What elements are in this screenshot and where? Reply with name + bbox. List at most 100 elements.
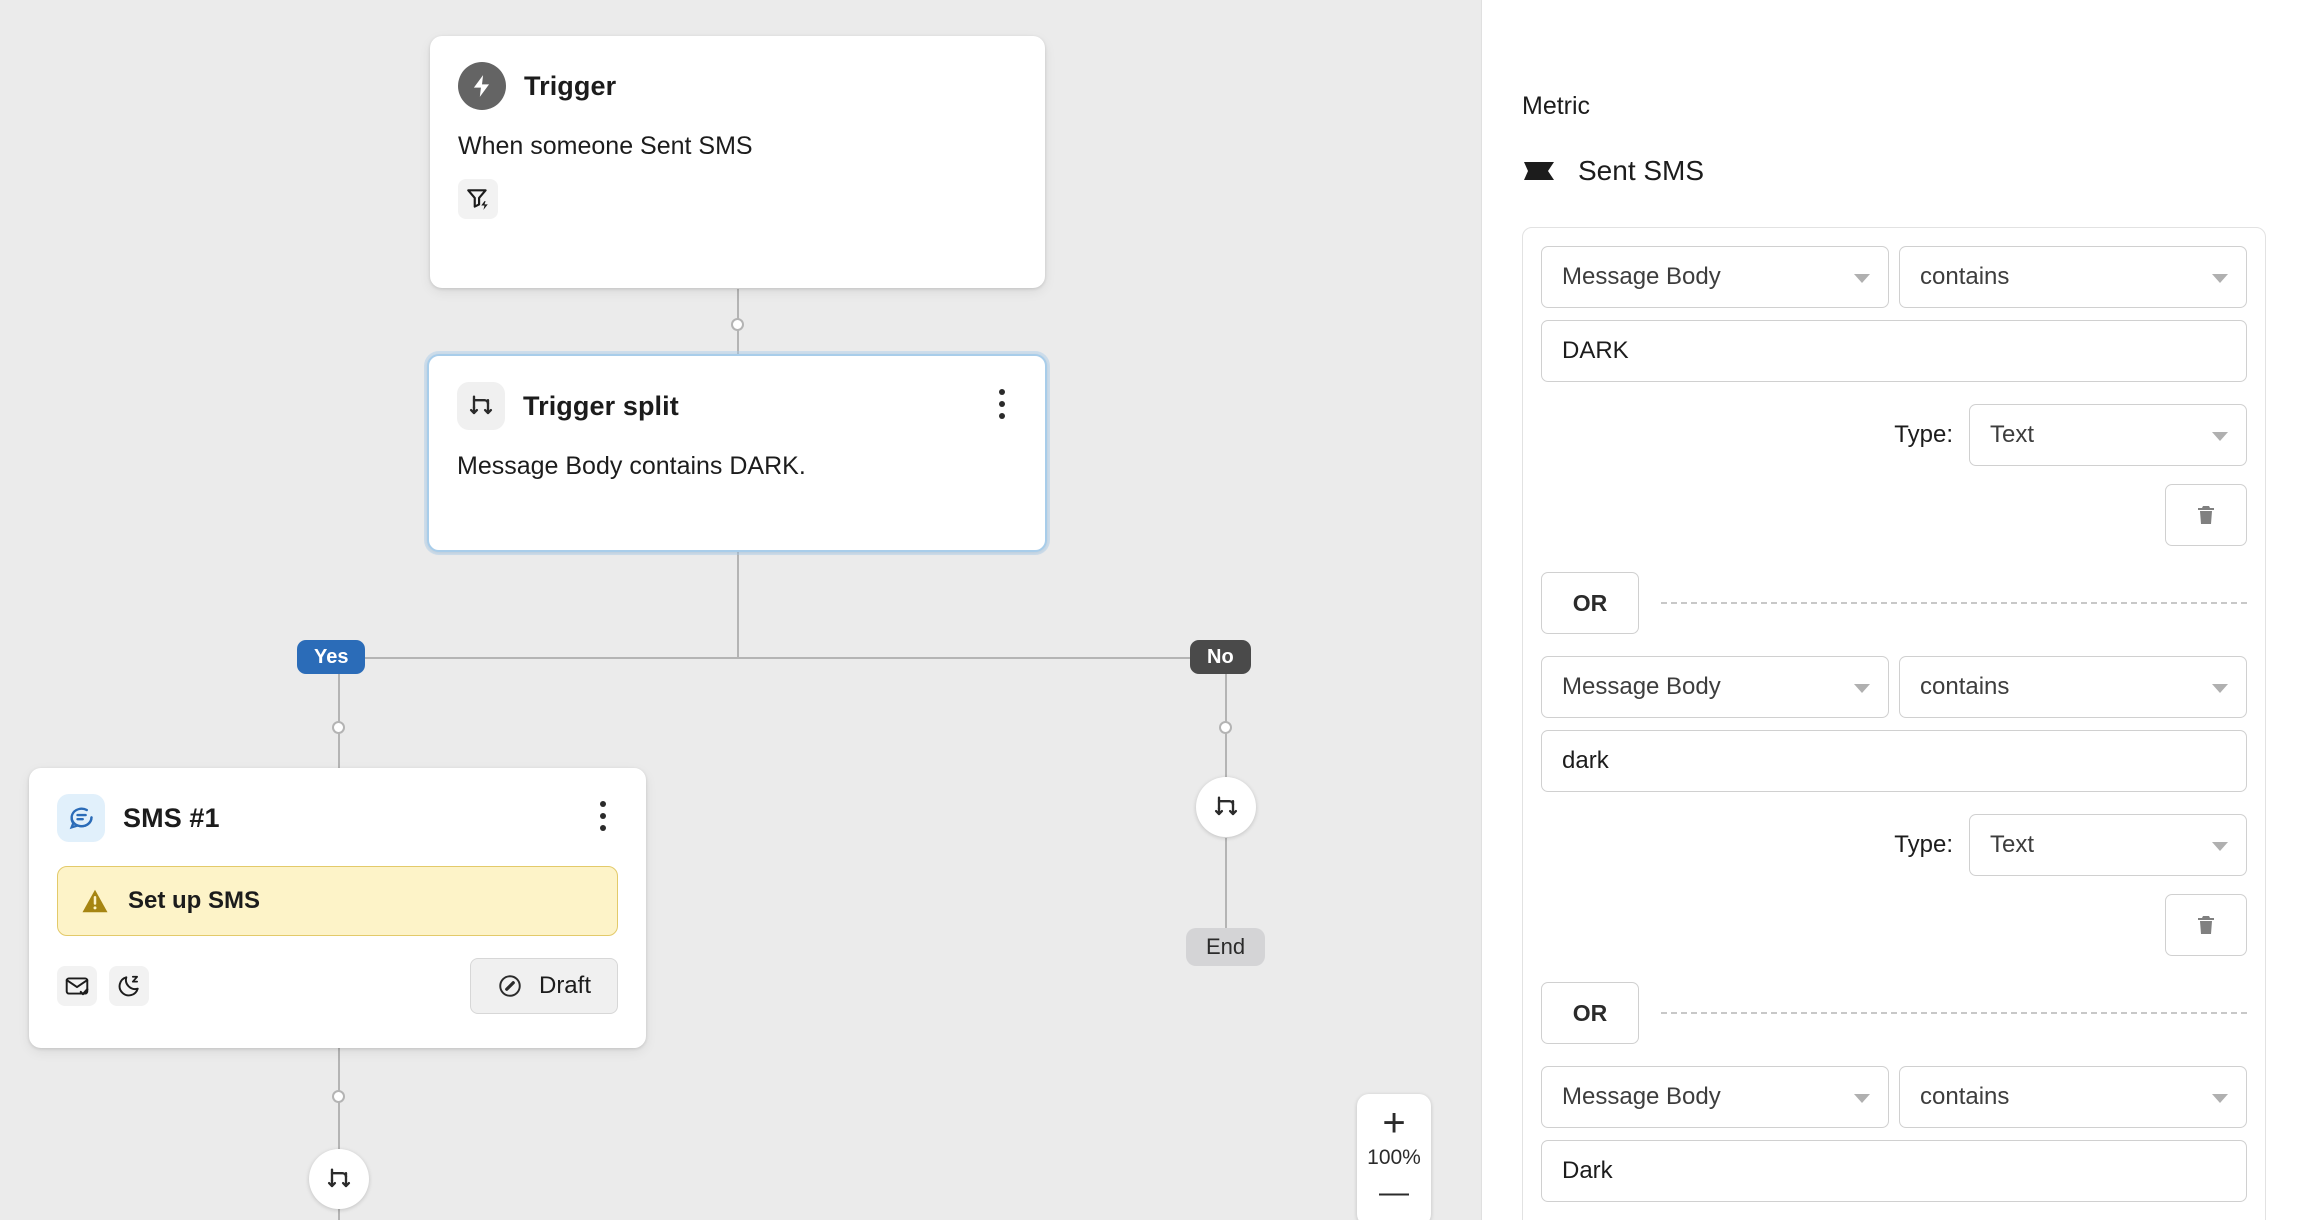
kebab-menu-icon[interactable] bbox=[985, 384, 1019, 424]
condition-field-row: Message Body contains bbox=[1541, 1066, 2247, 1128]
condition-type-label: Type: bbox=[1894, 831, 1953, 858]
zoom-in-button[interactable]: + bbox=[1382, 1103, 1405, 1143]
condition-field-row: Message Body contains bbox=[1541, 656, 2247, 718]
chevron-down-icon bbox=[2212, 274, 2228, 283]
condition-type-label: Type: bbox=[1894, 421, 1953, 448]
condition-field-value: Message Body bbox=[1562, 1083, 1721, 1110]
condition-delete-row bbox=[1541, 894, 2247, 956]
condition-type-row: Type: Text bbox=[1541, 404, 2247, 466]
condition-value-input[interactable] bbox=[1541, 1140, 2247, 1202]
condition-group: Message Body contains Type: Text bbox=[1541, 1066, 2247, 1220]
or-operator-button[interactable]: OR bbox=[1541, 572, 1639, 634]
condition-type-select[interactable]: Text bbox=[1969, 404, 2247, 466]
filter-lightning-icon[interactable] bbox=[458, 179, 498, 219]
condition-type-row: Type: Text bbox=[1541, 814, 2247, 876]
connector-yes-vertical bbox=[338, 657, 340, 772]
sms-card-title: SMS #1 bbox=[123, 802, 220, 833]
condition-value-input[interactable] bbox=[1541, 730, 2247, 792]
yes-branch-split-node[interactable] bbox=[309, 1149, 369, 1209]
metric-name-label: Sent SMS bbox=[1578, 155, 1705, 186]
conditions-container: Message Body contains Type: Text bbox=[1522, 227, 2266, 1220]
split-branch-icon bbox=[457, 382, 505, 430]
branch-label-no[interactable]: No bbox=[1190, 640, 1251, 674]
envelope-check-icon[interactable] bbox=[57, 966, 97, 1006]
or-divider-line bbox=[1661, 602, 2247, 604]
chevron-down-icon bbox=[1854, 1094, 1870, 1103]
connector-handle-yes[interactable] bbox=[332, 721, 345, 734]
zoom-control[interactable]: + 100% — bbox=[1357, 1094, 1431, 1220]
or-operator-button[interactable]: OR bbox=[1541, 982, 1639, 1044]
sms-status-draft-button[interactable]: Draft bbox=[469, 958, 618, 1014]
condition-type-select[interactable]: Text bbox=[1969, 814, 2247, 876]
condition-type-value: Text bbox=[1990, 831, 2035, 858]
condition-type-value: Text bbox=[1990, 421, 2035, 448]
connector-handle-1[interactable] bbox=[731, 318, 744, 331]
chevron-down-icon bbox=[2212, 432, 2228, 441]
condition-operator-value: contains bbox=[1920, 263, 2010, 290]
condition-operator-select[interactable]: contains bbox=[1899, 1066, 2247, 1128]
sms-setup-warning-banner[interactable]: Set up SMS bbox=[57, 866, 618, 936]
trigger-card-footer bbox=[430, 161, 1045, 245]
condition-operator-value: contains bbox=[1920, 1083, 2010, 1110]
or-divider-row: OR bbox=[1541, 572, 2247, 634]
chevron-down-icon bbox=[2212, 684, 2228, 693]
condition-field-select[interactable]: Message Body bbox=[1541, 656, 1889, 718]
condition-field-value: Message Body bbox=[1562, 263, 1721, 290]
delete-condition-button[interactable] bbox=[2165, 894, 2247, 956]
condition-group: Message Body contains Type: Text bbox=[1541, 656, 2247, 956]
chevron-down-icon bbox=[1854, 274, 1870, 283]
trigger-split-card-header: Trigger split bbox=[429, 356, 1045, 430]
condition-delete-row bbox=[1541, 484, 2247, 546]
condition-operator-select[interactable]: contains bbox=[1899, 656, 2247, 718]
connector-handle-sms[interactable] bbox=[332, 1090, 345, 1103]
condition-field-select[interactable]: Message Body bbox=[1541, 1066, 1889, 1128]
connector-branch-horizontal bbox=[338, 657, 1236, 659]
warning-triangle-icon bbox=[80, 886, 110, 916]
trash-icon bbox=[2198, 916, 2214, 934]
delete-condition-button[interactable] bbox=[2165, 484, 2247, 546]
draft-pencil-icon bbox=[499, 975, 521, 997]
condition-settings-panel: Metric Sent SMS Message Body contains DA… bbox=[1481, 0, 2306, 1220]
connector-handle-no[interactable] bbox=[1219, 721, 1232, 734]
sms-chat-icon bbox=[57, 794, 105, 842]
sms-node-card[interactable]: SMS #1 Set up SMS Draft bbox=[29, 768, 646, 1048]
chevron-down-icon bbox=[2212, 842, 2228, 851]
trash-icon bbox=[2198, 506, 2214, 524]
moon-quiet-hours-icon[interactable] bbox=[109, 966, 149, 1006]
trigger-split-card-description: Message Body contains DARK. bbox=[457, 452, 806, 480]
kebab-menu-icon[interactable] bbox=[586, 796, 620, 836]
trigger-card-title: Trigger bbox=[524, 70, 617, 101]
sms-card-footer: Draft bbox=[29, 936, 646, 1040]
end-node-label: End bbox=[1186, 928, 1266, 966]
trigger-card-header: Trigger bbox=[430, 36, 1045, 110]
or-divider-row: OR bbox=[1541, 982, 2247, 1044]
chevron-down-icon bbox=[2212, 1094, 2228, 1103]
condition-field-row: Message Body contains bbox=[1541, 246, 2247, 308]
sms-footer-icons bbox=[57, 966, 149, 1006]
flow-canvas[interactable]: Trigger When someone Sent SMS Trigger sp… bbox=[0, 0, 1481, 1220]
condition-field-value: Message Body bbox=[1562, 673, 1721, 700]
zoom-out-button[interactable]: — bbox=[1379, 1176, 1409, 1210]
trigger-split-node-card[interactable]: Trigger split Message Body contains DARK… bbox=[427, 354, 1047, 552]
condition-group: Message Body contains Type: Text bbox=[1541, 246, 2247, 546]
sms-card-header: SMS #1 bbox=[29, 768, 646, 842]
chevron-down-icon bbox=[1854, 684, 1870, 693]
metric-section-label: Metric bbox=[1522, 92, 1591, 120]
trigger-card-description: When someone Sent SMS bbox=[458, 132, 753, 160]
connector-split-to-branches bbox=[737, 550, 739, 658]
condition-field-select[interactable]: Message Body bbox=[1541, 246, 1889, 308]
condition-value-input[interactable] bbox=[1541, 320, 2247, 382]
or-divider-line bbox=[1661, 1012, 2247, 1014]
panel-content: Metric Sent SMS Message Body contains DA… bbox=[1482, 0, 2306, 1220]
no-branch-split-node[interactable] bbox=[1196, 777, 1256, 837]
condition-operator-value: contains bbox=[1920, 673, 2010, 700]
lightning-bolt-icon bbox=[458, 62, 506, 110]
trigger-node-card[interactable]: Trigger When someone Sent SMS bbox=[430, 36, 1045, 288]
condition-operator-select[interactable]: contains bbox=[1899, 246, 2247, 308]
zoom-level-label: 100% bbox=[1367, 1146, 1421, 1169]
branch-label-yes[interactable]: Yes bbox=[297, 640, 366, 674]
automation-flow-builder: Trigger When someone Sent SMS Trigger sp… bbox=[0, 0, 2306, 1220]
metric-row[interactable]: Sent SMS bbox=[1522, 155, 2266, 187]
flag-banner-icon bbox=[1522, 158, 1556, 184]
trigger-split-card-title: Trigger split bbox=[523, 390, 679, 421]
